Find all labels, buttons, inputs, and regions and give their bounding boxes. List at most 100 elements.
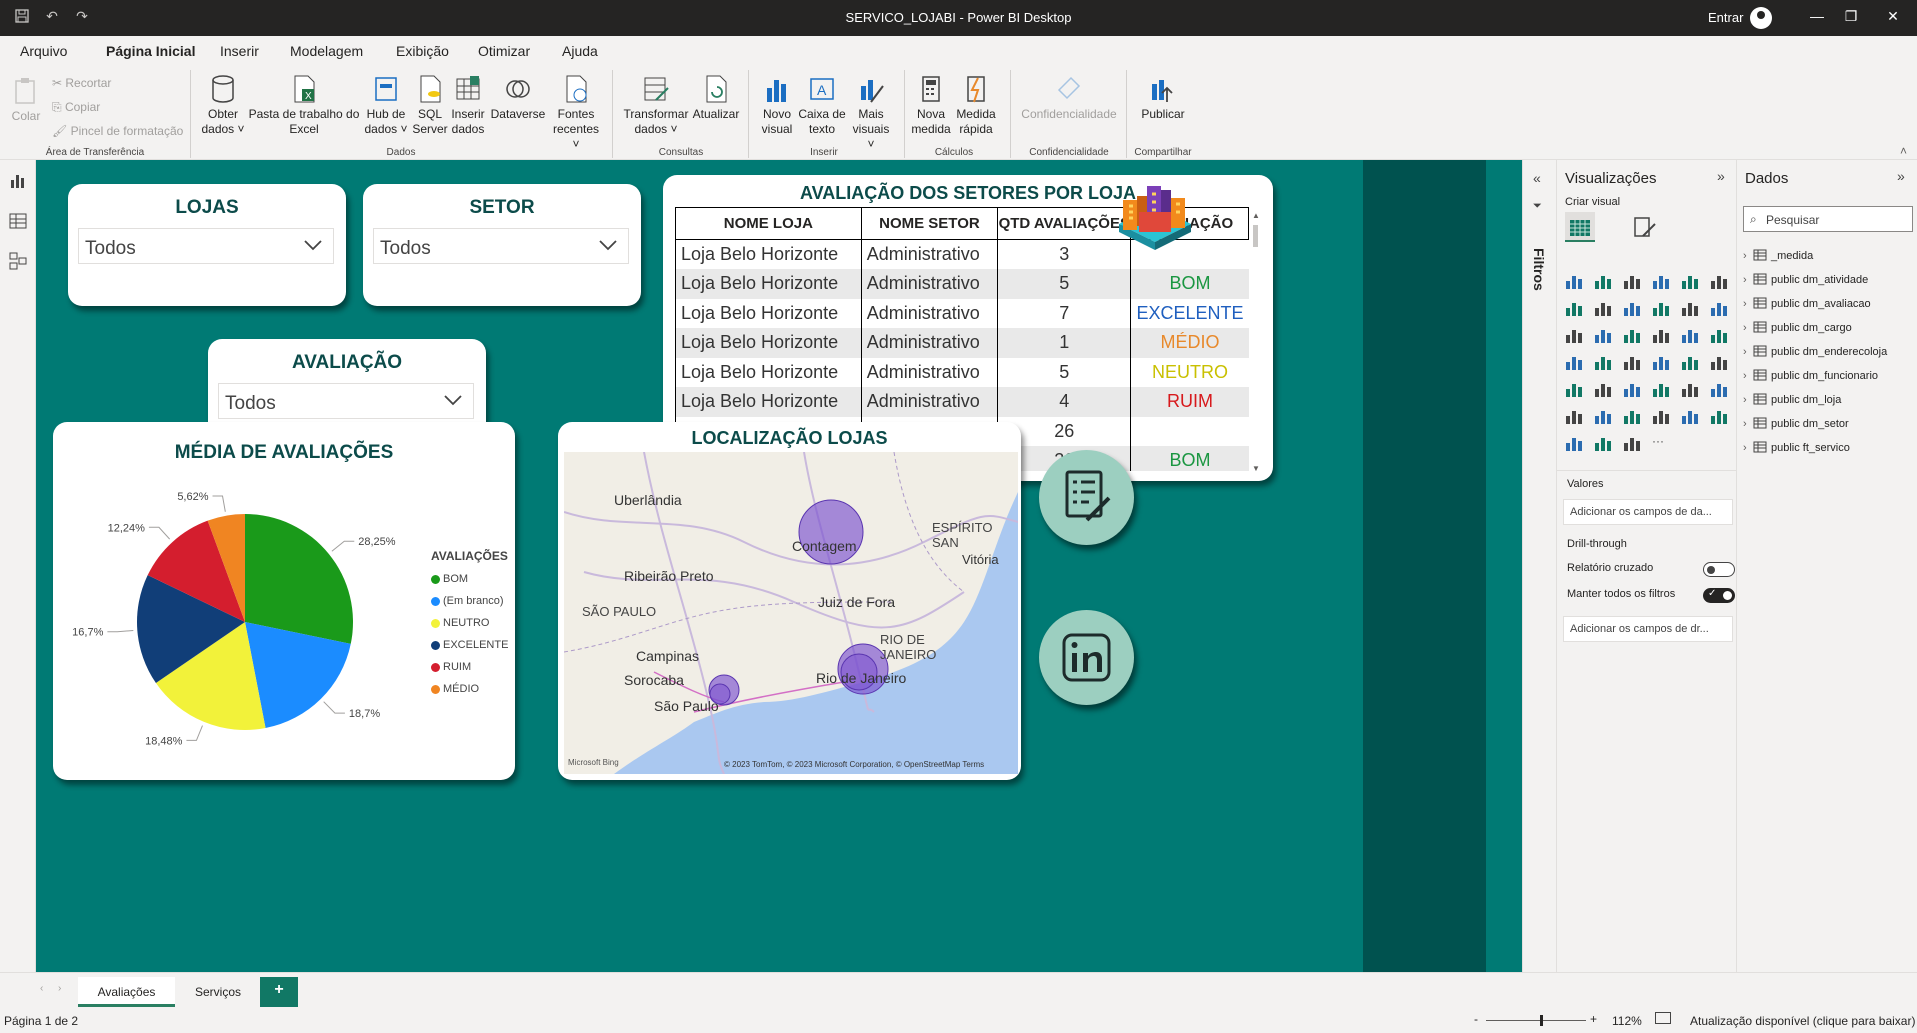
- visual-type-icon[interactable]: [1710, 380, 1728, 398]
- minimize-icon[interactable]: —: [1802, 8, 1832, 24]
- visual-type-icon[interactable]: [1710, 326, 1728, 344]
- collapse-left-icon[interactable]: «: [1533, 170, 1541, 186]
- pie-slice-0[interactable]: [245, 514, 353, 644]
- filters-pane-collapsed[interactable]: « ⏷ Filtros: [1522, 160, 1556, 972]
- table-view-icon[interactable]: [9, 212, 27, 235]
- table-scrollbar[interactable]: ▲ ▼: [1252, 211, 1260, 473]
- slicer-lojas-dropdown[interactable]: Todos: [78, 228, 334, 264]
- recent-sources-button[interactable]: Fontes recentes ˅: [548, 74, 604, 152]
- chevron-right-icon[interactable]: ›: [1743, 274, 1753, 286]
- table-node[interactable]: › public dm_atividade: [1743, 268, 1917, 292]
- menu-arquivo[interactable]: Arquivo: [20, 43, 67, 59]
- legend-item[interactable]: BOM: [431, 568, 508, 590]
- sign-in-link[interactable]: Entrar: [1708, 10, 1743, 25]
- zoom-in-button[interactable]: +: [1590, 1012, 1597, 1026]
- visual-type-icon[interactable]: [1623, 407, 1641, 425]
- chevron-right-icon[interactable]: ›: [1743, 418, 1753, 430]
- visual-type-icon[interactable]: [1623, 326, 1641, 344]
- table-node[interactable]: › public ft_servico: [1743, 436, 1917, 460]
- legend-item[interactable]: RUIM: [431, 656, 508, 678]
- visual-type-icon[interactable]: [1623, 434, 1641, 452]
- visual-type-icon[interactable]: [1594, 380, 1612, 398]
- visual-type-icon[interactable]: [1594, 299, 1612, 317]
- table-node[interactable]: › public dm_setor: [1743, 412, 1917, 436]
- visual-type-icon[interactable]: [1681, 380, 1699, 398]
- col-nome-setor[interactable]: NOME SETOR: [860, 207, 999, 240]
- build-visual-tab[interactable]: [1565, 212, 1595, 242]
- visual-type-icon[interactable]: [1565, 299, 1583, 317]
- avatar[interactable]: [1750, 7, 1772, 29]
- visual-type-icon[interactable]: [1652, 299, 1670, 317]
- visual-type-icon[interactable]: [1594, 326, 1612, 344]
- chevron-right-icon[interactable]: ›: [1743, 298, 1753, 310]
- cut-button[interactable]: ✂ Recortar: [52, 76, 111, 90]
- table-node[interactable]: › public dm_loja: [1743, 388, 1917, 412]
- linkedin-icon[interactable]: [1039, 610, 1134, 705]
- visual-type-icon[interactable]: [1710, 299, 1728, 317]
- map-view[interactable]: Uberlândia Ribeirão Preto SÃO PAULO Camp…: [564, 452, 1018, 774]
- format-visual-tab[interactable]: [1631, 214, 1657, 245]
- slicer-setor-dropdown[interactable]: Todos: [373, 228, 629, 264]
- next-page-icon[interactable]: ›: [58, 983, 61, 994]
- new-measure-button[interactable]: Nova medida: [910, 74, 952, 137]
- chevron-right-icon[interactable]: ›: [1743, 394, 1753, 406]
- refresh-button[interactable]: Atualizar: [690, 74, 742, 122]
- format-painter-button[interactable]: 🖌 Pincel de formatação: [52, 124, 183, 138]
- sql-server-button[interactable]: SQL Server: [412, 74, 448, 137]
- text-box-button[interactable]: A Caixa de texto: [798, 74, 846, 137]
- cross-report-toggle[interactable]: [1703, 562, 1735, 577]
- chevron-right-icon[interactable]: ›: [1743, 346, 1753, 358]
- tab-servicos[interactable]: Serviços: [178, 977, 258, 1007]
- get-data-button[interactable]: Obter dados ˅: [198, 74, 248, 137]
- checklist-icon[interactable]: [1039, 450, 1134, 545]
- visual-type-icon[interactable]: [1565, 272, 1583, 290]
- collapse-right-icon[interactable]: »: [1717, 168, 1725, 184]
- quick-measure-button[interactable]: Medida rápida: [954, 74, 998, 137]
- drill-through-well[interactable]: Adicionar os campos de dr...: [1563, 616, 1733, 642]
- visual-type-icon[interactable]: [1594, 353, 1612, 371]
- table-row[interactable]: Loja Belo Horizonte Administrativo 4 RUIM: [675, 387, 1249, 417]
- visual-type-icon[interactable]: [1681, 407, 1699, 425]
- map-attribution[interactable]: © 2023 TomTom, © 2023 Microsoft Corporat…: [724, 760, 984, 769]
- values-well[interactable]: Adicionar os campos de da...: [1563, 499, 1733, 525]
- table-row[interactable]: Loja Belo Horizonte Administrativo 1 MÉDIO: [675, 328, 1249, 358]
- map-bubble-contagem[interactable]: [798, 499, 864, 565]
- visual-type-icon[interactable]: [1681, 326, 1699, 344]
- visual-type-icon[interactable]: [1681, 299, 1699, 317]
- legend-item[interactable]: MÉDIO: [431, 678, 508, 700]
- paste-button[interactable]: Colar: [8, 76, 44, 124]
- visual-type-icon[interactable]: [1652, 326, 1670, 344]
- table-node[interactable]: › public dm_funcionario: [1743, 364, 1917, 388]
- visual-type-icon[interactable]: [1565, 353, 1583, 371]
- restore-icon[interactable]: ❐: [1836, 8, 1866, 25]
- visual-type-icon[interactable]: ···: [1652, 434, 1670, 452]
- menu-pagina-inicial[interactable]: Página Inicial: [106, 43, 196, 69]
- col-nome-loja[interactable]: NOME LOJA: [675, 207, 862, 240]
- dataverse-button[interactable]: Dataverse: [488, 74, 548, 122]
- zoom-slider[interactable]: [1486, 1015, 1586, 1026]
- transform-data-button[interactable]: Transformar dados ˅: [620, 74, 692, 137]
- visual-type-icon[interactable]: [1594, 434, 1612, 452]
- visual-type-icon[interactable]: [1710, 272, 1728, 290]
- legend-item[interactable]: NEUTRO: [431, 612, 508, 634]
- visual-type-icon[interactable]: [1681, 272, 1699, 290]
- table-node[interactable]: › _medida: [1743, 244, 1917, 268]
- add-page-button[interactable]: +: [260, 977, 298, 1007]
- visual-type-icon[interactable]: [1652, 380, 1670, 398]
- update-notice[interactable]: Atualização disponível (clique para baix…: [1690, 1014, 1915, 1028]
- fit-page-icon[interactable]: [1655, 1012, 1671, 1024]
- zoom-out-button[interactable]: -: [1474, 1012, 1478, 1026]
- tab-avaliacoes[interactable]: Avaliações: [78, 977, 175, 1007]
- menu-otimizar[interactable]: Otimizar: [478, 43, 530, 59]
- menu-inserir[interactable]: Inserir: [220, 43, 259, 59]
- visual-type-icon[interactable]: [1565, 326, 1583, 344]
- data-hub-button[interactable]: Hub de dados ˅: [362, 74, 410, 137]
- chevron-right-icon[interactable]: ›: [1743, 442, 1753, 454]
- filters-label[interactable]: Filtros: [1531, 248, 1547, 291]
- visual-type-icon[interactable]: [1623, 380, 1641, 398]
- new-visual-button[interactable]: Novo visual: [754, 74, 800, 137]
- model-view-icon[interactable]: [9, 252, 27, 275]
- menu-exibicao[interactable]: Exibição: [396, 43, 449, 59]
- visual-type-icon[interactable]: [1681, 353, 1699, 371]
- table-node[interactable]: › public dm_cargo: [1743, 316, 1917, 340]
